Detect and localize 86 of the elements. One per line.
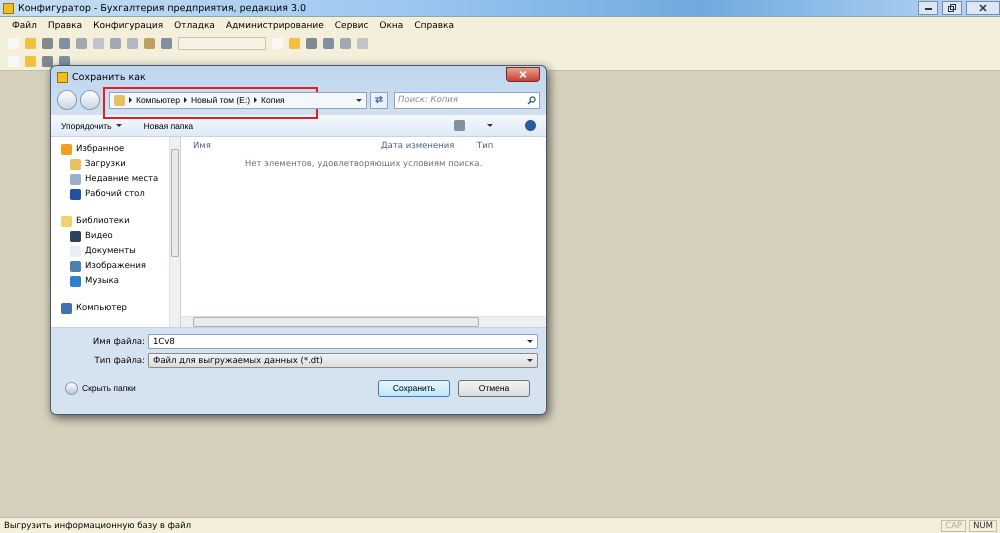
menu-item[interactable]: Файл [12,20,37,30]
window-title: Конфигуратор - Бухгалтерия предприятия, редакция 3.0 [18,2,308,14]
toolbar-icon[interactable] [42,56,53,66]
place-icon [70,188,81,200]
nav-item[interactable]: Изображения [61,260,169,272]
refresh-button[interactable] [370,92,388,108]
dialog-button[interactable]: Отмена [458,380,530,396]
place-icon [70,260,81,272]
file-type-select[interactable]: Файл для выгружаемых данных (*.dt) [148,353,538,368]
scrollbar[interactable] [181,316,546,327]
close-icon [979,4,987,12]
nav-item[interactable]: Документы [61,245,169,257]
nav-item[interactable]: Избранное [61,143,169,155]
caret-icon [116,124,122,127]
refresh-icon [374,94,384,104]
menu-item[interactable]: Администрирование [226,20,324,30]
place-icon [70,174,81,184]
dialog-title: Сохранить как [72,72,147,82]
toolbar-icon[interactable] [306,38,317,48]
file-name-field[interactable]: 1Cv8 [148,334,538,349]
column-header[interactable]: Тип [477,141,546,151]
chevron-icon [184,97,187,103]
folder-icon [114,94,125,106]
minimize-button[interactable] [918,1,938,15]
close-button[interactable] [966,1,1000,15]
close-icon [519,70,527,78]
nav-item[interactable]: Недавние места [61,173,169,185]
restore-icon [948,4,956,12]
nav-item[interactable]: Рабочий стол [61,188,169,200]
nav-item[interactable]: Загрузки [61,158,169,170]
toolbar-icon[interactable] [42,38,53,48]
breadcrumb[interactable]: Копия [261,95,285,105]
command-button[interactable]: Новая папка [144,120,194,130]
command-button[interactable]: Упорядочить [61,120,122,130]
nav-item[interactable]: Видео [61,230,169,242]
menu-item[interactable]: Справка [414,20,454,30]
column-header[interactable]: Дата изменения [381,141,477,151]
toolbar-icon[interactable] [323,38,334,48]
dropdown-icon [527,359,533,362]
address-bar[interactable]: Компьютер Новый том (E:) Копия [109,92,367,108]
dialog-button[interactable]: Сохранить [378,380,450,396]
field-label: Тип файла: [94,356,145,366]
chevron-icon [129,97,132,103]
status-indicator: NUM [969,520,997,532]
field-label: Имя файла: [92,336,145,346]
toolbar-icon[interactable] [161,38,172,48]
hide-folders-button[interactable]: Скрыть папки [65,382,370,394]
toolbar-icon[interactable] [59,38,70,48]
group-icon [61,144,72,154]
close-button[interactable] [506,66,540,82]
menu-item[interactable]: Правка [48,20,82,30]
nav-item[interactable]: Компьютер [61,302,169,314]
empty-message: Нет элементов, удовлетворяющих условиям поиска. [244,158,484,171]
restore-button[interactable] [942,1,962,15]
search-field[interactable]: Поиск: Копия [394,92,540,108]
place-icon [70,230,81,242]
dialog-icon [57,72,68,82]
status-text: Выгрузить информационную базу в файл [3,520,192,530]
nav-item[interactable]: Музыка [61,275,169,287]
caret-icon[interactable] [487,124,493,127]
scrollbar[interactable] [169,137,181,327]
forward-button[interactable] [80,90,100,110]
dropdown-icon [527,340,533,343]
dropdown-icon [356,98,362,102]
menu-item[interactable]: Сервис [334,20,368,30]
menu-item[interactable]: Конфигурация [93,20,164,30]
group-icon [61,216,72,226]
chevron-icon [254,97,258,103]
back-button[interactable] [57,90,77,110]
help-icon[interactable] [525,120,536,131]
toolbar-icon[interactable] [59,56,70,66]
place-icon [70,158,81,170]
view-icon[interactable] [454,120,465,131]
minimize-icon [924,6,932,10]
toolbar-search-field[interactable] [178,36,266,50]
place-icon [70,276,81,286]
nav-item[interactable]: Библиотеки [61,215,169,227]
breadcrumb[interactable]: Новый том (E:) [191,95,250,105]
menu-item[interactable]: Отладка [174,20,215,30]
group-icon [61,302,72,314]
breadcrumb[interactable]: Компьютер [136,95,180,105]
status-indicator: CAP [941,520,966,532]
column-header[interactable]: Имя [193,141,381,151]
app-icon [3,2,14,14]
menu-item[interactable]: Окна [379,20,404,30]
search-icon [527,96,536,104]
